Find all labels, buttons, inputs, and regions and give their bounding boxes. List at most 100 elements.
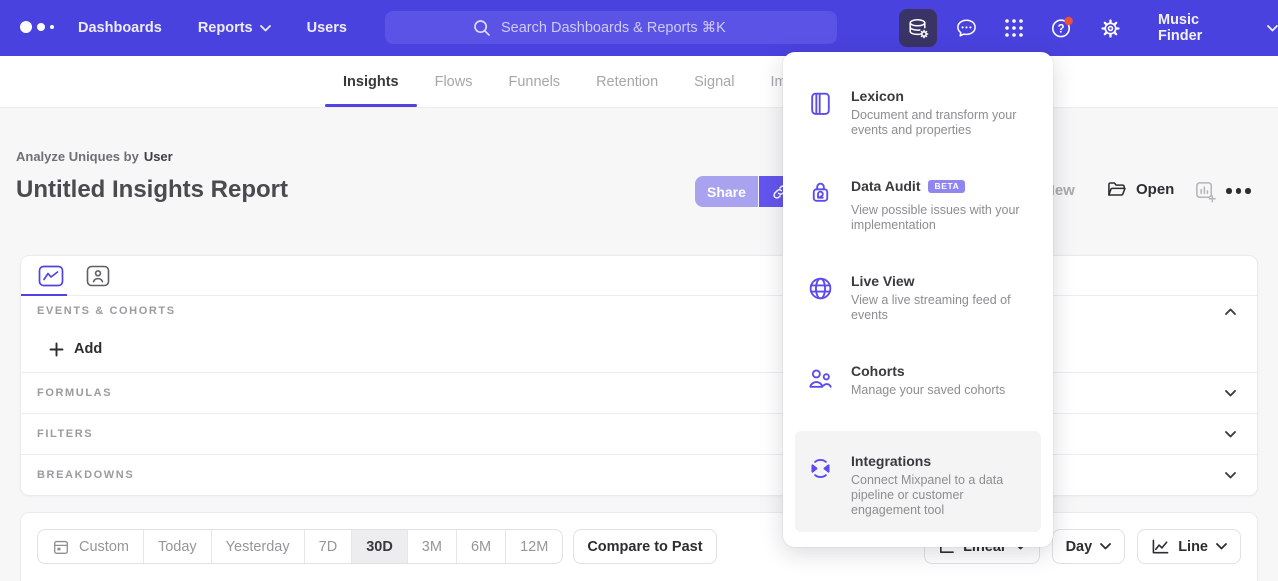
nav-icon-group: ?: [899, 9, 1139, 47]
more-actions-button[interactable]: [1226, 184, 1251, 198]
chart-type-dropdown[interactable]: Line: [1137, 529, 1241, 564]
data-management-button[interactable]: [899, 9, 937, 47]
primary-nav: Dashboards Reports Users: [78, 0, 347, 56]
chevron-down-icon[interactable]: [1224, 389, 1237, 398]
notification-dot: [1064, 17, 1072, 25]
interval-dropdown[interactable]: Day: [1052, 529, 1126, 564]
range-7d[interactable]: 7D: [305, 530, 353, 563]
gear-icon: [1100, 18, 1121, 39]
svg-text:?: ?: [1057, 24, 1064, 36]
report-tabbar: Insights Flows Funnels Retention Signal …: [0, 56, 1278, 108]
range-6m-label: 6M: [471, 539, 491, 555]
chevron-up-icon[interactable]: [1224, 307, 1237, 316]
tab-signal[interactable]: Signal: [676, 56, 752, 107]
global-search[interactable]: [385, 11, 837, 44]
chart-add-icon: [1194, 180, 1217, 203]
range-yesterday[interactable]: Yesterday: [212, 530, 305, 563]
line-chart-icon: [1151, 538, 1170, 555]
add-event-button[interactable]: Add: [49, 341, 102, 357]
person-tab-icon: [86, 265, 110, 287]
range-30d[interactable]: 30D: [352, 530, 408, 563]
chart-toolbar: Custom Today Yesterday 7D 30D 3M 6M 12M …: [20, 512, 1258, 581]
range-6m[interactable]: 6M: [457, 530, 506, 563]
breakdowns-section-label: BREAKDOWNS: [37, 469, 134, 481]
share-button[interactable]: Share: [695, 176, 758, 207]
compare-label: Compare to Past: [587, 539, 702, 555]
help-icon: ?: [1050, 16, 1074, 40]
project-switcher[interactable]: Music Finder: [1158, 0, 1278, 56]
tab-retention[interactable]: Retention: [578, 56, 676, 107]
cohorts-icon: [807, 363, 835, 392]
chevron-down-icon: [260, 25, 271, 32]
messages-button[interactable]: [947, 9, 985, 47]
analysis-summary-value[interactable]: User: [144, 149, 173, 164]
filters-section-header[interactable]: FILTERS: [21, 413, 1257, 454]
search-input[interactable]: [501, 20, 749, 36]
add-button-label: Add: [74, 341, 102, 357]
range-30d-label: 30D: [366, 539, 393, 555]
tab-insights-label: Insights: [343, 74, 399, 90]
data-management-menu: Lexicon Document and transform your even…: [783, 52, 1053, 547]
tab-funnels-label: Funnels: [508, 74, 560, 90]
menu-item-title: Live View: [851, 273, 915, 290]
help-button[interactable]: ?: [1043, 9, 1081, 47]
menu-item-title: Lexicon: [851, 88, 904, 105]
nav-dashboards-label: Dashboards: [78, 20, 162, 36]
events-section-label: EVENTS & COHORTS: [37, 305, 176, 317]
menu-item-title: Data Audit: [851, 178, 920, 195]
menu-item-desc: Document and transform your events and p…: [851, 108, 1023, 138]
date-range-group: Custom Today Yesterday 7D 30D 3M 6M 12M …: [37, 529, 717, 575]
compare-to-past-button[interactable]: Compare to Past: [573, 529, 716, 564]
plus-icon: [49, 342, 64, 357]
globe-icon: [807, 273, 835, 302]
integrations-icon: [807, 453, 835, 482]
tab-metrics-view[interactable]: [37, 264, 64, 288]
range-today[interactable]: Today: [144, 530, 212, 563]
open-button-label: Open: [1136, 181, 1174, 198]
menu-item-desc: Connect Mixpanel to a data pipeline or c…: [851, 473, 1023, 518]
menu-item-desc: View possible issues with your implement…: [851, 203, 1023, 233]
breakdowns-section-header[interactable]: BREAKDOWNS: [21, 454, 1257, 495]
builder-view-tabs: [21, 256, 1257, 296]
menu-item-integrations[interactable]: Integrations Connect Mixpanel to a data …: [795, 431, 1041, 532]
formulas-section-header[interactable]: FORMULAS: [21, 372, 1257, 413]
nav-reports-label: Reports: [198, 20, 253, 36]
data-audit-icon: [807, 178, 835, 207]
range-3m[interactable]: 3M: [408, 530, 457, 563]
add-to-dashboard-button[interactable]: [1194, 180, 1217, 203]
report-title[interactable]: Untitled Insights Report: [16, 176, 288, 204]
range-custom-label: Custom: [79, 539, 129, 555]
nav-reports[interactable]: Reports: [198, 20, 271, 36]
range-12m[interactable]: 12M: [506, 530, 562, 563]
nav-users[interactable]: Users: [307, 20, 347, 36]
tab-users-view[interactable]: [84, 264, 111, 288]
range-12m-label: 12M: [520, 539, 548, 555]
interval-label: Day: [1066, 539, 1093, 555]
chevron-down-icon[interactable]: [1224, 430, 1237, 439]
events-section-header[interactable]: EVENTS & COHORTS: [21, 296, 1257, 326]
chevron-down-icon[interactable]: [1224, 471, 1237, 480]
project-name: Music Finder: [1158, 12, 1247, 44]
menu-item-title: Integrations: [851, 453, 931, 470]
settings-button[interactable]: [1091, 9, 1129, 47]
menu-item-live-view[interactable]: Live View View a live streaming feed of …: [795, 263, 1041, 333]
chart-type-label: Line: [1178, 539, 1208, 555]
menu-item-lexicon[interactable]: Lexicon Document and transform your even…: [795, 78, 1041, 148]
open-report-button[interactable]: Open: [1106, 179, 1174, 200]
menu-item-cohorts[interactable]: Cohorts Manage your saved cohorts: [795, 353, 1041, 408]
tab-flows[interactable]: Flows: [417, 56, 491, 107]
tab-flows-label: Flows: [435, 74, 473, 90]
beta-badge: BETA: [928, 180, 965, 194]
nav-dashboards[interactable]: Dashboards: [78, 20, 162, 36]
folder-icon: [1106, 179, 1127, 200]
events-add-row: Add: [21, 326, 1257, 372]
tab-funnels[interactable]: Funnels: [490, 56, 578, 107]
menu-item-data-audit[interactable]: Data Audit BETA View possible issues wit…: [795, 168, 1041, 243]
menu-item-desc: View a live streaming feed of events: [851, 293, 1023, 323]
mixpanel-logo[interactable]: [20, 21, 54, 33]
apps-grid-button[interactable]: [995, 9, 1033, 47]
tab-insights[interactable]: Insights: [325, 56, 417, 107]
range-today-label: Today: [158, 539, 197, 555]
chevron-down-icon: [1100, 543, 1111, 550]
range-custom[interactable]: Custom: [38, 530, 144, 563]
